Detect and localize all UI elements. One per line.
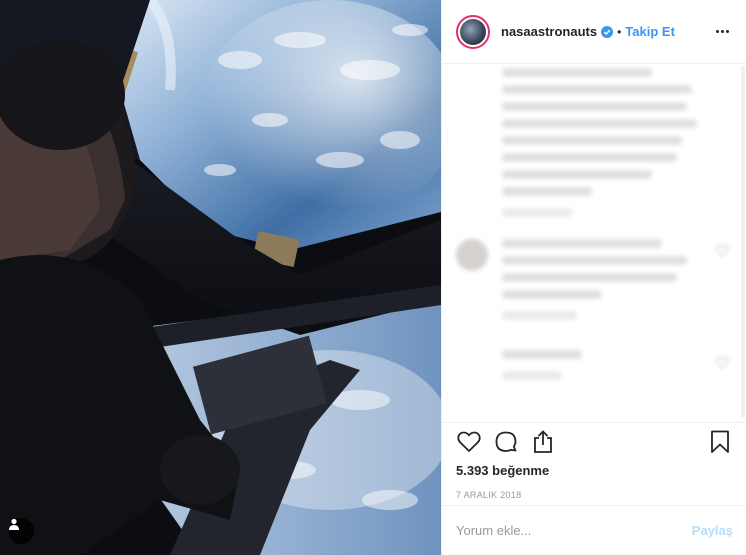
more-options-icon[interactable] (710, 22, 734, 42)
verified-badge-icon (601, 25, 614, 38)
cupola-window-photo (0, 0, 441, 555)
post-comment-button[interactable]: Paylaş (692, 523, 733, 538)
heart-icon[interactable] (456, 429, 482, 455)
comment-bubble-icon[interactable] (493, 429, 519, 455)
separator-dot: • (617, 24, 622, 39)
comment-input[interactable] (456, 523, 692, 538)
comment-heart-icon[interactable] (715, 244, 729, 258)
comment-item (456, 239, 733, 328)
comments-list (442, 64, 746, 422)
follow-button[interactable]: Takip Et (625, 24, 675, 39)
comment-item (456, 350, 733, 388)
post-actions: 5.393 beğenme 7 ARALIK 2018 (442, 422, 746, 506)
username-link[interactable]: nasaastronauts (501, 24, 597, 39)
comments-scrollbar[interactable] (740, 66, 746, 418)
share-icon[interactable] (530, 429, 556, 455)
user-tag-button[interactable] (8, 518, 34, 544)
bookmark-icon[interactable] (707, 429, 733, 455)
caption-text (502, 68, 733, 217)
post-photo[interactable] (0, 0, 441, 555)
add-comment-form: Paylaş (442, 505, 746, 555)
user-tag-icon (9, 518, 19, 530)
avatar[interactable] (456, 14, 490, 49)
comment-heart-icon[interactable] (715, 356, 729, 370)
post-side-panel: nasaastronauts • Takip Et 5.393 beğenme … (441, 0, 746, 555)
likes-count[interactable]: 5.393 beğenme (456, 463, 733, 478)
post-header: nasaastronauts • Takip Et (442, 0, 746, 64)
post-date: 7 ARALIK 2018 (456, 490, 522, 500)
